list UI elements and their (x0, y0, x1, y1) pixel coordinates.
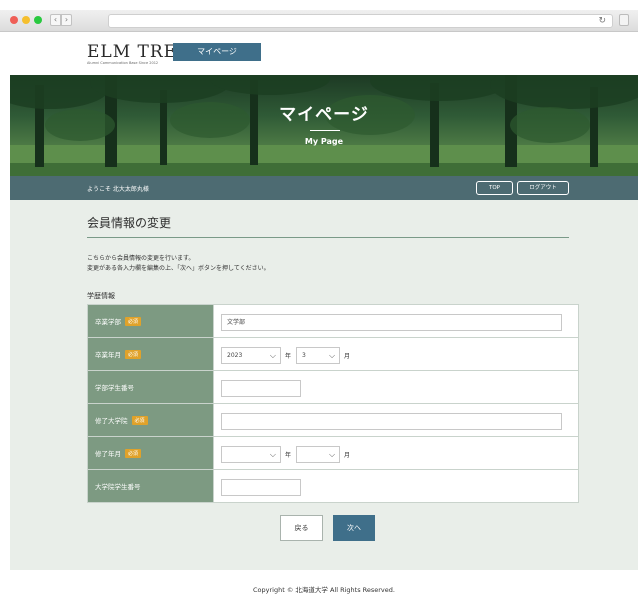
field-label: 卒業年月 必須 (87, 337, 214, 371)
required-badge: 必須 (125, 317, 142, 327)
year-unit: 年 (285, 352, 292, 360)
form-row-undergrad-student-number: 学部学生番号 (87, 370, 579, 404)
field-label-text: 大学院学生番号 (95, 483, 141, 491)
top-button[interactable]: TOP (476, 181, 513, 195)
address-bar[interactable]: ↻ (108, 14, 613, 28)
graduation-month-value: 3 (302, 351, 306, 359)
field-label: 卒業学部 必須 (87, 304, 214, 338)
intro-line-2: 変更がある各入力欄を編集の上、「次へ」ボタンを押してください。 (87, 265, 270, 272)
copyright-text: Copyright © 北海道大学 All Rights Reserved. (253, 586, 395, 594)
hero-divider (310, 130, 340, 131)
field-cell: 2023 ⌵ 年 3 ⌵ 月 (213, 337, 579, 371)
field-cell (213, 403, 579, 437)
browser-window: ‹ › ↻ ELM TREE Alumni Communication Base… (0, 0, 638, 603)
chevron-right-icon[interactable]: › (61, 14, 72, 26)
user-bar: ようこそ 北大太郎丸様 TOP ログアウト (10, 176, 638, 200)
field-cell (213, 469, 579, 503)
form-row-faculty: 卒業学部 必須 文学部 (87, 304, 579, 338)
intro-text: こちらから会員情報の変更を行います。 変更がある各入力欄を編集の上、「次へ」ボタ… (87, 254, 270, 274)
field-label: 大学院学生番号 (87, 469, 214, 503)
hero-banner: マイページ My Page (10, 75, 638, 176)
field-label-text: 修了大学院 (95, 416, 128, 425)
share-icon[interactable] (619, 14, 629, 26)
welcome-message: ようこそ 北大太郎丸様 (87, 186, 149, 193)
undergrad-student-number-input[interactable] (221, 379, 301, 397)
chevron-down-icon: ⌵ (328, 350, 336, 360)
chevron-left-icon[interactable]: ‹ (50, 14, 61, 26)
graduation-year-select[interactable]: 2023 ⌵ (221, 346, 281, 364)
education-form: 卒業学部 必須 文学部 卒業年月 必須 2023 ⌵ 年 3 ⌵ 月 学部学生番号 (87, 304, 579, 503)
graduation-year-value: 2023 (227, 351, 243, 359)
logout-button[interactable]: ログアウト (517, 181, 569, 195)
forest-illustration (10, 75, 638, 176)
section-label: 学歴情報 (87, 292, 115, 300)
reload-icon[interactable]: ↻ (598, 15, 606, 27)
chevron-down-icon: ⌵ (269, 350, 276, 360)
month-unit: 月 (344, 451, 351, 459)
required-badge: 必須 (125, 449, 142, 459)
form-row-grad-student-number: 大学院学生番号 (87, 469, 579, 503)
field-label: 修了大学院 必須 (87, 403, 214, 437)
field-label-text: 卒業年月 (95, 350, 121, 359)
field-label-text: 修了年月 (95, 449, 121, 458)
site-footer: Copyright © 北海道大学 All Rights Reserved. (10, 570, 638, 603)
faculty-input[interactable]: 文学部 (221, 313, 562, 331)
intro-line-1: こちらから会員情報の変更を行います。 (87, 255, 195, 262)
form-row-graduate-school: 修了大学院 必須 (87, 403, 579, 437)
close-window-icon[interactable] (10, 16, 18, 24)
site-logo-tagline: Alumni Communication Base Since 2012 (87, 61, 159, 65)
hero-title: マイページ (279, 105, 369, 125)
grad-student-number-input[interactable] (221, 478, 301, 496)
form-row-graduation-date: 卒業年月 必須 2023 ⌵ 年 3 ⌵ 月 (87, 337, 579, 371)
completion-year-select[interactable]: ⌵ (221, 445, 281, 463)
completion-month-select[interactable]: ⌵ (296, 445, 341, 463)
back-button[interactable]: 戻る (280, 515, 323, 541)
page-title: 会員情報の変更 (87, 216, 172, 230)
graduation-month-select[interactable]: 3 ⌵ (296, 346, 341, 364)
mypage-tab[interactable]: マイページ (173, 43, 261, 61)
minimize-window-icon[interactable] (22, 16, 30, 24)
required-badge: 必須 (131, 416, 148, 426)
field-label: 修了年月 必須 (87, 436, 214, 470)
graduate-school-input[interactable] (221, 412, 562, 430)
field-label-text: 学部学生番号 (95, 384, 134, 392)
field-label: 学部学生番号 (87, 370, 214, 404)
required-badge: 必須 (125, 350, 142, 360)
year-unit: 年 (285, 451, 292, 459)
field-cell: ⌵ 年 ⌵ 月 (213, 436, 579, 470)
field-cell (213, 370, 579, 404)
field-label-text: 卒業学部 (95, 317, 121, 326)
field-cell: 文学部 (213, 304, 579, 338)
title-divider (87, 237, 569, 238)
site-header: ELM TREE Alumni Communication Base Since… (10, 32, 638, 75)
next-button[interactable]: 次へ (333, 515, 375, 541)
chevron-down-icon: ⌵ (269, 449, 276, 459)
chevron-down-icon: ⌵ (328, 449, 336, 459)
hero-subtitle: My Page (304, 137, 344, 146)
month-unit: 月 (344, 352, 351, 360)
main-content: 会員情報の変更 こちらから会員情報の変更を行います。 変更がある各入力欄を編集の… (10, 200, 638, 570)
browser-toolbar: ‹ › ↻ (0, 10, 638, 32)
maximize-window-icon[interactable] (34, 16, 42, 24)
form-row-completion-date: 修了年月 必須 ⌵ 年 ⌵ 月 (87, 436, 579, 470)
